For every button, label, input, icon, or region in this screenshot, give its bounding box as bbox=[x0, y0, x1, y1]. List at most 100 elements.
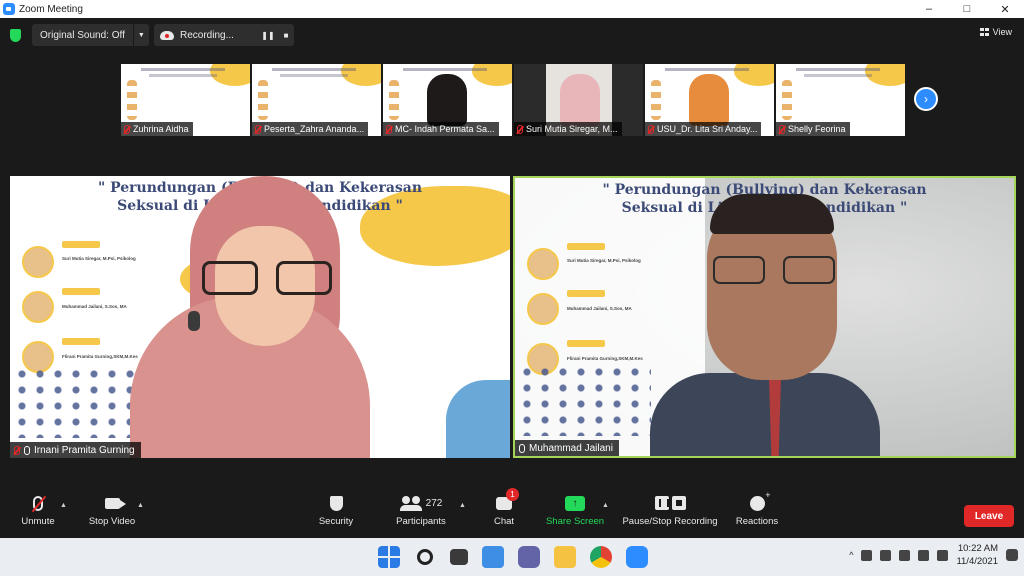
slide-title-line bbox=[804, 74, 872, 77]
main-video-left[interactable]: " Perundungan (Bullying) dan Kekerasan S… bbox=[10, 176, 510, 458]
mic-muted-icon bbox=[648, 124, 654, 134]
search-icon[interactable] bbox=[417, 549, 433, 565]
mic-muted-icon bbox=[33, 495, 43, 511]
chevron-down-icon[interactable]: ▼ bbox=[132, 24, 149, 46]
participants-button[interactable]: 272 Participants bbox=[392, 490, 450, 538]
wifi-icon[interactable] bbox=[899, 549, 911, 561]
system-tray: ^ 10:22 AM 11/4/2021 bbox=[849, 542, 1018, 568]
title-bar: Zoom Meeting – □ ✕ bbox=[0, 0, 1024, 18]
participant-name: Irnani Pramita Gurning bbox=[34, 444, 135, 456]
slide-title-line bbox=[280, 74, 348, 77]
speaker-role-tag bbox=[62, 241, 100, 248]
slide-title-line bbox=[665, 68, 749, 71]
battery-icon[interactable] bbox=[937, 549, 949, 561]
clock[interactable]: 10:22 AM 11/4/2021 bbox=[956, 542, 998, 568]
speaker-role-tag bbox=[567, 243, 605, 250]
minimize-button[interactable]: – bbox=[910, 0, 948, 18]
task-view-icon[interactable] bbox=[450, 549, 468, 565]
participant-video-part bbox=[202, 261, 332, 295]
meeting-controls-toolbar: Unmute ▲ Stop Video ▲ Security 272 Parti… bbox=[0, 488, 1024, 538]
shield-icon bbox=[329, 495, 343, 511]
volume-icon[interactable] bbox=[918, 549, 930, 561]
taskbar-apps bbox=[378, 546, 648, 568]
participant-name-tag: Irnani Pramita Gurning bbox=[10, 442, 141, 458]
participant-name-tag: Peserta_Zahra Ananda... bbox=[252, 122, 369, 136]
encryption-shield-icon[interactable] bbox=[10, 29, 21, 42]
participant-thumbnail[interactable]: Suri Mutia Siregar, M... bbox=[514, 64, 643, 136]
speaker-name: Muhammad Jailani, S.Sos, MA bbox=[567, 306, 632, 311]
chevron-up-icon[interactable]: ▲ bbox=[137, 502, 144, 509]
teams-chat-icon[interactable] bbox=[518, 546, 540, 568]
file-explorer-icon[interactable] bbox=[554, 546, 576, 568]
speaker-name: Flirani Pramita Gurning,SKM,M.Kes bbox=[567, 356, 643, 361]
stop-video-button[interactable]: Stop Video bbox=[84, 490, 140, 538]
show-hidden-icons-icon[interactable]: ^ bbox=[849, 550, 853, 560]
slide-title-line bbox=[149, 74, 217, 77]
pause-stop-recording-button[interactable]: Pause/Stop Recording bbox=[620, 490, 720, 538]
participant-video bbox=[110, 176, 370, 458]
maximize-button[interactable]: □ bbox=[948, 0, 986, 18]
speaker-name: Suri Mutia Siregar, M.Psi, Psikolog bbox=[567, 258, 641, 263]
stop-recording-icon[interactable]: ■ bbox=[278, 27, 294, 43]
slide-title-line bbox=[272, 68, 356, 71]
pause-recording-icon[interactable]: ❚❚ bbox=[260, 27, 276, 43]
mic-icon bbox=[519, 443, 525, 453]
participant-name: Zuhrina Aidha bbox=[133, 124, 189, 134]
participant-name: MC- Indah Permata Sa... bbox=[395, 124, 495, 134]
zoom-window: Zoom Meeting – □ ✕ Original Sound: Off ▼… bbox=[0, 0, 1024, 576]
participant-thumbnail[interactable]: MC- Indah Permata Sa... bbox=[383, 64, 512, 136]
participant-video-part bbox=[710, 194, 834, 234]
unmute-button[interactable]: Unmute bbox=[16, 490, 60, 538]
notifications-icon[interactable] bbox=[1006, 549, 1018, 561]
mic-muted-icon bbox=[14, 445, 20, 455]
participant-thumbnail[interactable]: Shelly Feorina bbox=[776, 64, 905, 136]
participant-name: Peserta_Zahra Ananda... bbox=[264, 124, 365, 134]
participant-name-tag: Zuhrina Aidha bbox=[121, 122, 193, 136]
chat-button[interactable]: 1 Chat bbox=[490, 488, 519, 538]
participant-name-tag: Suri Mutia Siregar, M... bbox=[514, 122, 622, 136]
windows-start-icon[interactable] bbox=[378, 546, 400, 568]
speaker-photo bbox=[527, 248, 559, 280]
pause-stop-recording-label: Pause/Stop Recording bbox=[622, 516, 718, 527]
windows-taskbar: ^ 10:22 AM 11/4/2021 bbox=[0, 538, 1024, 576]
chat-label: Chat bbox=[493, 516, 515, 527]
security-label: Security bbox=[318, 516, 354, 527]
tray-app-icon[interactable] bbox=[861, 549, 873, 561]
main-video-right-active-speaker[interactable]: " Perundungan (Bullying) dan Kekerasan S… bbox=[513, 176, 1016, 458]
speaker-photo bbox=[22, 246, 54, 278]
leave-button[interactable]: Leave bbox=[964, 505, 1014, 527]
close-button[interactable]: ✕ bbox=[986, 0, 1024, 18]
participant-name: Suri Mutia Siregar, M... bbox=[526, 124, 618, 134]
participant-video bbox=[427, 74, 467, 126]
reaction-smiley-icon bbox=[749, 490, 771, 511]
view-button[interactable]: View bbox=[979, 27, 1012, 37]
window-controls: – □ ✕ bbox=[910, 0, 1024, 18]
microphone-tray-icon[interactable] bbox=[880, 549, 892, 561]
security-button[interactable]: Security bbox=[316, 490, 356, 538]
widgets-icon[interactable] bbox=[482, 546, 504, 568]
share-screen-label: Share Screen bbox=[545, 516, 605, 527]
original-sound-button[interactable]: Original Sound: Off ▼ bbox=[32, 24, 149, 46]
participant-video-part bbox=[188, 311, 200, 331]
participant-name-tag: MC- Indah Permata Sa... bbox=[383, 122, 499, 136]
recording-label: Recording... bbox=[180, 29, 234, 41]
video-camera-icon bbox=[104, 497, 126, 509]
participant-thumbnail[interactable]: Zuhrina Aidha bbox=[121, 64, 250, 136]
participant-name-tag: Shelly Feorina bbox=[776, 122, 850, 136]
chevron-up-icon[interactable]: ▲ bbox=[602, 502, 609, 509]
recording-indicator: Recording... ❚❚ ■ bbox=[154, 24, 294, 46]
participant-thumbnail[interactable]: USU_Dr. Lita Sri Anday... bbox=[645, 64, 774, 136]
share-screen-button[interactable]: ↑ Share Screen bbox=[545, 490, 605, 538]
reactions-button[interactable]: Reactions bbox=[734, 490, 780, 538]
chevron-up-icon[interactable]: ▲ bbox=[459, 502, 466, 509]
speaker-role-tag bbox=[567, 340, 605, 347]
participant-thumbnail[interactable]: Peserta_Zahra Ananda... bbox=[252, 64, 381, 136]
zoom-app-icon[interactable] bbox=[626, 546, 648, 568]
participant-name-tag: USU_Dr. Lita Sri Anday... bbox=[645, 122, 762, 136]
zoom-logo-icon bbox=[3, 3, 15, 15]
next-page-arrow-icon[interactable]: › bbox=[914, 87, 938, 111]
chevron-up-icon[interactable]: ▲ bbox=[60, 502, 67, 509]
slide-decoration bbox=[521, 366, 651, 436]
chat-unread-badge: 1 bbox=[506, 488, 519, 501]
chrome-icon[interactable] bbox=[590, 546, 612, 568]
